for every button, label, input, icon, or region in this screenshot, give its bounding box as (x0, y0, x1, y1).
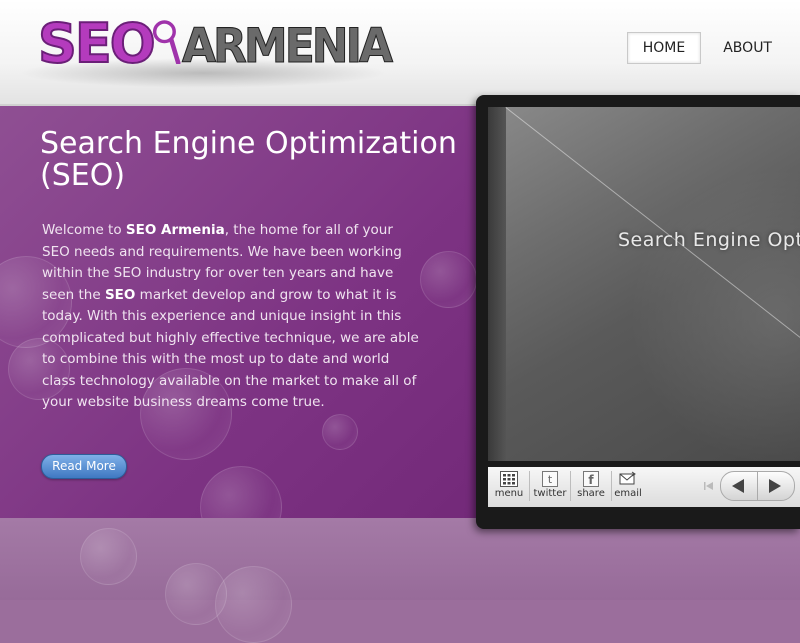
hero-paragraph: Welcome to SEO Armenia, the home for all… (42, 220, 422, 414)
decorative-bubble (420, 251, 477, 308)
twitter-icon: t (542, 471, 558, 487)
logo-text-armenia: ARMENIA (181, 18, 393, 74)
twitter-label: twitter (533, 488, 567, 499)
player-controls: menu t twitter f share email (488, 467, 800, 507)
screen-edge (488, 107, 506, 461)
triangle-left-icon (732, 479, 744, 493)
paragraph-bold-brand: SEO Armenia (125, 222, 225, 238)
next-slide-button[interactable] (757, 471, 795, 501)
logo-text-seo: SEO (37, 12, 157, 75)
facebook-icon: f (583, 471, 599, 487)
lower-band (0, 518, 800, 643)
screen-glow (628, 167, 800, 461)
envelope-icon (619, 471, 636, 485)
nav-home[interactable]: HOME (626, 32, 702, 64)
svg-text:f: f (588, 473, 594, 487)
nav-about[interactable]: ABOUT (707, 32, 788, 64)
site-header: SEO ARMENIA HOME ABOUT (0, 0, 800, 106)
video-screen[interactable]: Search Engine Opti (488, 107, 800, 461)
triangle-right-icon (769, 479, 781, 493)
grid-icon (500, 471, 518, 487)
decorative-bubble (215, 566, 292, 643)
svg-text:t: t (548, 473, 553, 486)
decorative-bubble (200, 466, 282, 518)
video-player: Search Engine Opti menu t twitter f shar… (476, 95, 800, 529)
site-logo[interactable]: SEO ARMENIA (14, 8, 394, 100)
control-separator (570, 471, 571, 501)
hero-title: Search Engine Optimization (SEO) (40, 126, 457, 193)
email-label: email (614, 488, 642, 499)
read-more-button[interactable]: Read More (41, 454, 127, 479)
video-slide-text: Search Engine Opti (618, 229, 800, 251)
menu-button[interactable]: menu (490, 469, 528, 505)
first-slide-icon[interactable] (700, 477, 718, 495)
previous-slide-button[interactable] (720, 471, 758, 501)
paragraph-text: market develop and grow to what it is to… (42, 286, 419, 411)
email-button[interactable]: email (609, 469, 647, 505)
main-nav: HOME ABOUT (626, 32, 788, 64)
paragraph-text: Welcome to (42, 222, 126, 238)
menu-label: menu (494, 488, 524, 499)
control-separator (529, 471, 530, 501)
share-button[interactable]: f share (572, 469, 610, 505)
paragraph-bold-seo: SEO (104, 286, 136, 303)
decorative-bubble (80, 528, 137, 585)
decorative-bubble (322, 414, 358, 450)
share-label: share (577, 488, 605, 499)
twitter-button[interactable]: t twitter (531, 469, 569, 505)
